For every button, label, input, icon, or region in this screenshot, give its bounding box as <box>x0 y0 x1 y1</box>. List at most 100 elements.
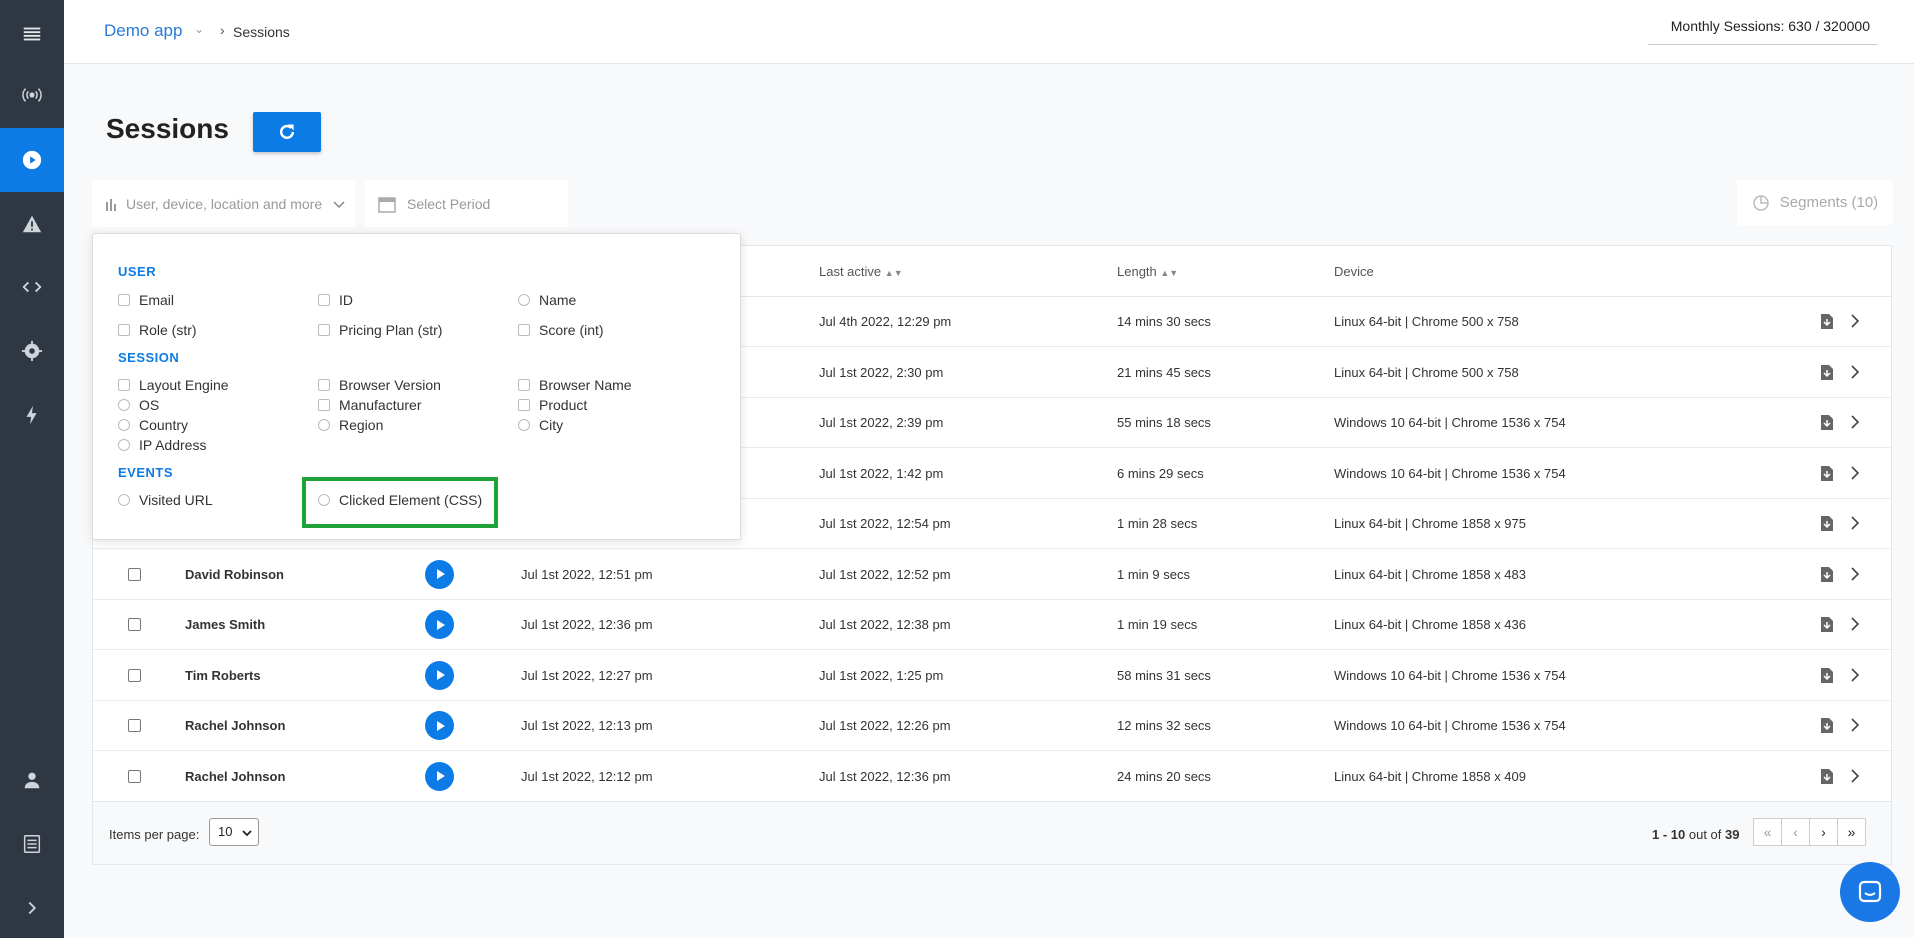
table-footer: Items per page: 10 1 - 10 out of 39 « ‹ … <box>93 801 1891 864</box>
row-device: Windows 10 64-bit | Chrome 1536 x 754 <box>1334 667 1566 683</box>
chevron-right-icon[interactable] <box>1849 364 1861 380</box>
dropdown-item-ip-address[interactable]: IP Address <box>118 437 206 453</box>
dropdown-item-browser-version[interactable]: Browser Version <box>318 377 441 393</box>
chevron-down-icon[interactable]: ⌄ <box>194 22 204 36</box>
dropdown-item-product[interactable]: Product <box>518 397 587 413</box>
user-icon[interactable] <box>0 748 64 812</box>
table-row[interactable]: Tim Roberts Jul 1st 2022, 12:27 pm Jul 1st… <box>93 651 1891 701</box>
row-started: Jul 1st 2022, 12:27 pm <box>521 667 653 683</box>
gear-icon[interactable] <box>0 319 64 383</box>
expand-chevron-icon[interactable] <box>0 876 64 938</box>
refresh-button[interactable] <box>253 112 321 152</box>
document-icon[interactable] <box>0 812 64 876</box>
row-user-name[interactable]: Rachel Johnson <box>185 769 285 784</box>
dropdown-item-manufacturer[interactable]: Manufacturer <box>318 397 421 413</box>
chevron-right-icon[interactable] <box>1849 515 1861 531</box>
download-icon[interactable] <box>1820 364 1834 381</box>
table-row[interactable]: James Smith Jul 1st 2022, 12:36 pm Jul 1st… <box>93 600 1891 650</box>
dropdown-item-score[interactable]: Score (int) <box>518 322 604 338</box>
download-icon[interactable] <box>1820 465 1834 482</box>
table-row[interactable]: Rachel Johnson Jul 1st 2022, 12:13 pm Jul … <box>93 701 1891 751</box>
chevron-right-icon[interactable] <box>1849 667 1861 683</box>
chevron-right-icon[interactable] <box>1849 313 1861 329</box>
dropdown-item-role[interactable]: Role (str) <box>118 322 197 338</box>
chevron-right-icon[interactable] <box>1849 717 1861 733</box>
row-checkbox[interactable] <box>128 567 141 581</box>
breadcrumb-app[interactable]: Demo app <box>104 21 182 41</box>
segments-label: Segments (10) <box>1779 194 1879 211</box>
dropdown-item-id[interactable]: ID <box>318 292 353 308</box>
play-icon <box>436 569 445 579</box>
next-page-button[interactable]: › <box>1809 818 1838 846</box>
dropdown-heading-session: SESSION <box>118 350 180 365</box>
last-page-button[interactable]: » <box>1837 818 1866 846</box>
chevron-right-icon[interactable] <box>1849 566 1861 582</box>
download-icon[interactable] <box>1820 566 1834 583</box>
play-session-button[interactable] <box>425 610 454 639</box>
breadcrumb-separator-icon: › <box>220 22 225 38</box>
row-user-name[interactable]: James Smith <box>185 617 265 632</box>
row-user-name[interactable]: David Robinson <box>185 567 284 582</box>
chevron-right-icon[interactable] <box>1849 768 1861 784</box>
row-user-name[interactable]: Tim Roberts <box>185 668 261 683</box>
segments-icon <box>1753 194 1769 211</box>
download-icon[interactable] <box>1820 717 1834 734</box>
chevron-right-icon[interactable] <box>1849 465 1861 481</box>
row-checkbox[interactable] <box>128 769 141 783</box>
dropdown-item-city[interactable]: City <box>518 417 563 433</box>
play-session-button[interactable] <box>425 559 454 589</box>
prev-page-button[interactable]: ‹ <box>1781 818 1810 846</box>
live-broadcast-icon[interactable] <box>0 63 64 127</box>
row-checkbox[interactable] <box>128 668 141 682</box>
download-icon[interactable] <box>1820 616 1834 633</box>
table-row[interactable]: Rachel Johnson Jul 1st 2022, 12:12 pm Jul … <box>93 752 1891 802</box>
column-last-active[interactable]: Last active ▲▼ <box>819 264 903 279</box>
row-last-active: Jul 1st 2022, 1:42 pm <box>819 465 944 481</box>
row-last-active: Jul 1st 2022, 12:52 pm <box>819 566 951 582</box>
user-filter-input[interactable]: User, device, location and more <box>92 180 355 227</box>
download-icon[interactable] <box>1820 768 1834 785</box>
row-device: Windows 10 64-bit | Chrome 1536 x 754 <box>1334 718 1566 733</box>
row-user-name[interactable]: Rachel Johnson <box>185 718 285 733</box>
highlight-box <box>302 477 498 528</box>
play-icon <box>436 619 445 630</box>
row-checkbox[interactable] <box>128 618 141 631</box>
chat-button[interactable] <box>1840 862 1900 922</box>
dropdown-item-name[interactable]: Name <box>518 292 576 308</box>
row-device: Linux 64-bit | Chrome 500 x 758 <box>1334 314 1519 329</box>
download-icon[interactable] <box>1820 313 1834 330</box>
refresh-icon <box>279 124 295 139</box>
dropdown-item-visited-url[interactable]: Visited URL <box>118 492 213 508</box>
dropdown-item-browser-name[interactable]: Browser Name <box>518 377 632 393</box>
code-icon[interactable] <box>0 255 64 319</box>
segments-button[interactable]: Segments (10) <box>1737 180 1893 225</box>
download-icon[interactable] <box>1820 515 1834 532</box>
row-checkbox[interactable] <box>128 719 141 732</box>
table-row[interactable]: David Robinson Jul 1st 2022, 12:51 pm Jul … <box>93 550 1891 600</box>
period-select[interactable]: Select Period <box>365 180 568 227</box>
sessions-play-icon[interactable] <box>0 128 64 192</box>
column-length[interactable]: Length ▲▼ <box>1117 264 1178 279</box>
dropdown-item-layout-engine[interactable]: Layout Engine <box>118 377 229 393</box>
play-session-button[interactable] <box>425 761 454 791</box>
top-bar: Demo app ⌄ › Sessions Monthly Sessions: … <box>64 0 1914 64</box>
dropdown-item-os[interactable]: OS <box>118 397 159 413</box>
warning-icon[interactable] <box>0 192 64 256</box>
menu-icon[interactable] <box>0 2 64 66</box>
download-icon[interactable] <box>1820 667 1834 684</box>
row-length: 55 mins 18 secs <box>1117 415 1211 430</box>
dropdown-item-region[interactable]: Region <box>318 417 383 433</box>
items-per-page-select[interactable]: 10 <box>209 818 259 846</box>
play-session-button[interactable] <box>425 711 454 740</box>
dropdown-item-email[interactable]: Email <box>118 292 174 308</box>
os-icon <box>118 399 130 411</box>
dropdown-item-pricing-plan[interactable]: Pricing Plan (str) <box>318 322 442 338</box>
first-page-button[interactable]: « <box>1753 818 1782 846</box>
chevron-right-icon[interactable] <box>1849 616 1861 632</box>
download-icon[interactable] <box>1820 414 1834 431</box>
dropdown-item-country[interactable]: Country <box>118 417 188 433</box>
chevron-right-icon[interactable] <box>1849 414 1861 430</box>
lightning-icon[interactable] <box>0 383 64 447</box>
play-icon <box>436 720 445 731</box>
play-session-button[interactable] <box>425 660 454 690</box>
